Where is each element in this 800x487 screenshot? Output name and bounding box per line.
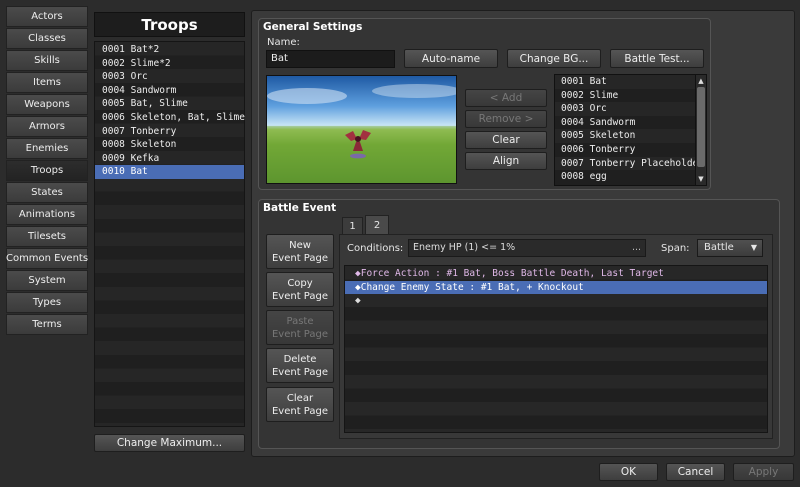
conditions-value: Enemy HP (1) <= 1% (413, 242, 516, 253)
enemy-list[interactable]: 0001 Bat 0002 Slime 0003 Orc 0004 Sandwo… (554, 74, 707, 186)
enemy-row[interactable]: 0007 Tonberry Placeholder (555, 156, 704, 171)
enemy-row[interactable]: 0005 Skeleton (555, 129, 695, 143)
paste-event-page-label-2: Event Page (271, 328, 329, 340)
troop-row[interactable]: 0002 Slime*2 (95, 57, 244, 71)
battle-event-title: Battle Event (263, 202, 337, 214)
conditions-field[interactable]: Enemy HP (1) <= 1% ... (408, 239, 646, 257)
enemy-row[interactable]: 0003 Orc (555, 102, 695, 116)
enemy-row[interactable]: 0008 egg (555, 170, 695, 184)
nav-system[interactable]: System (6, 270, 88, 291)
scroll-up-icon[interactable]: ▲ (696, 76, 706, 86)
align-enemies-button[interactable]: Align (465, 152, 547, 170)
delete-event-page-label-2: Event Page (271, 366, 329, 378)
conditions-label: Conditions: (347, 243, 404, 254)
delete-event-page-label-1: Delete (283, 353, 317, 365)
nav-weapons[interactable]: Weapons (6, 94, 88, 115)
nav-troops[interactable]: Troops (6, 160, 88, 181)
nav-tilesets[interactable]: Tilesets (6, 226, 88, 247)
nav-types[interactable]: Types (6, 292, 88, 313)
battle-test-button[interactable]: Battle Test... (610, 49, 704, 68)
span-select[interactable]: Battle ▼ (697, 239, 763, 257)
ok-button[interactable]: OK (599, 463, 658, 481)
delete-event-page-button[interactable]: Delete Event Page (266, 348, 334, 383)
troop-row[interactable]: 0006 Skeleton, Bat, Slime (95, 111, 245, 125)
clear-event-page-label-2: Event Page (271, 405, 329, 417)
nav-common-events[interactable]: Common Events (6, 248, 88, 269)
troop-row[interactable]: 0007 Tonberry (95, 125, 244, 139)
remove-enemy-button[interactable]: Remove > (465, 110, 547, 128)
troop-row-selected[interactable]: 0010 Bat (95, 165, 244, 179)
event-command-list[interactable]: ◆Force Action : #1 Bat, Boss Battle Deat… (344, 265, 768, 433)
nav-enemies[interactable]: Enemies (6, 138, 88, 159)
troop-row[interactable]: 0009 Kefka (95, 152, 244, 166)
apply-button[interactable]: Apply (733, 463, 794, 481)
event-command-row-selected[interactable]: ◆Change Enemy State : #1 Bat, + Knockout (345, 280, 767, 295)
change-bg-button[interactable]: Change BG... (507, 49, 601, 68)
troop-row[interactable]: 0003 Orc (95, 70, 244, 84)
clear-enemies-button[interactable]: Clear (465, 131, 547, 149)
nav-states[interactable]: States (6, 182, 88, 203)
general-settings-title: General Settings (263, 21, 363, 33)
bat-enemy-sprite[interactable] (343, 127, 373, 159)
nav-items[interactable]: Items (6, 72, 88, 93)
enemy-row[interactable]: 0004 Sandworm (555, 116, 695, 130)
clear-event-page-label-1: Clear (286, 392, 314, 404)
change-maximum-button[interactable]: Change Maximum... (94, 434, 245, 452)
nav-classes[interactable]: Classes (6, 28, 88, 49)
name-input[interactable]: Bat (266, 50, 395, 68)
event-command-row-empty[interactable]: ◆ (345, 294, 767, 308)
new-event-page-button[interactable]: New Event Page (266, 234, 334, 269)
copy-event-page-label-1: Copy (287, 277, 313, 289)
clear-event-page-button[interactable]: Clear Event Page (266, 387, 334, 422)
troop-row[interactable]: 0008 Skeleton (95, 138, 244, 152)
enemy-row[interactable]: 0001 Bat (555, 75, 695, 89)
new-event-page-label-1: New (289, 239, 311, 251)
name-label: Name: (267, 37, 300, 48)
auto-name-button[interactable]: Auto-name (404, 49, 498, 68)
enemy-row[interactable]: 0006 Tonberry (555, 143, 695, 157)
troop-row[interactable]: 0005 Bat, Slime (95, 97, 244, 111)
span-value: Battle (704, 242, 734, 253)
conditions-more-icon[interactable]: ... (632, 240, 641, 256)
event-page-tab-2[interactable]: 2 (365, 215, 389, 234)
troop-row[interactable]: 0001 Bat*2 (95, 43, 244, 57)
paste-event-page-button[interactable]: Paste Event Page (266, 310, 334, 345)
event-page-tab-1[interactable]: 1 (342, 217, 363, 234)
chevron-down-icon: ▼ (750, 243, 757, 252)
troops-list[interactable]: 0001 Bat*2 0002 Slime*2 0003 Orc 0004 Sa… (94, 41, 245, 427)
span-label: Span: (661, 243, 690, 254)
enemy-list-scrollbar[interactable]: ▲ ▼ (695, 75, 706, 185)
troop-row[interactable]: 0004 Sandworm (95, 84, 244, 98)
enemy-row[interactable]: 0002 Slime (555, 89, 695, 103)
battle-preview[interactable] (266, 75, 457, 184)
nav-terms[interactable]: Terms (6, 314, 88, 335)
paste-event-page-label-1: Paste (286, 315, 314, 327)
troops-title: Troops (94, 12, 245, 37)
nav-animations[interactable]: Animations (6, 204, 88, 225)
scroll-down-icon[interactable]: ▼ (696, 174, 706, 184)
nav-armors[interactable]: Armors (6, 116, 88, 137)
add-enemy-button[interactable]: < Add (465, 89, 547, 107)
copy-event-page-button[interactable]: Copy Event Page (266, 272, 334, 307)
cancel-button[interactable]: Cancel (666, 463, 725, 481)
event-command-row[interactable]: ◆Force Action : #1 Bat, Boss Battle Deat… (345, 267, 767, 281)
scroll-thumb[interactable] (697, 87, 705, 167)
copy-event-page-label-2: Event Page (271, 290, 329, 302)
new-event-page-label-2: Event Page (271, 252, 329, 264)
nav-actors[interactable]: Actors (6, 6, 88, 27)
database-nav: Actors Classes Skills Items Weapons Armo… (6, 6, 88, 336)
nav-skills[interactable]: Skills (6, 50, 88, 71)
